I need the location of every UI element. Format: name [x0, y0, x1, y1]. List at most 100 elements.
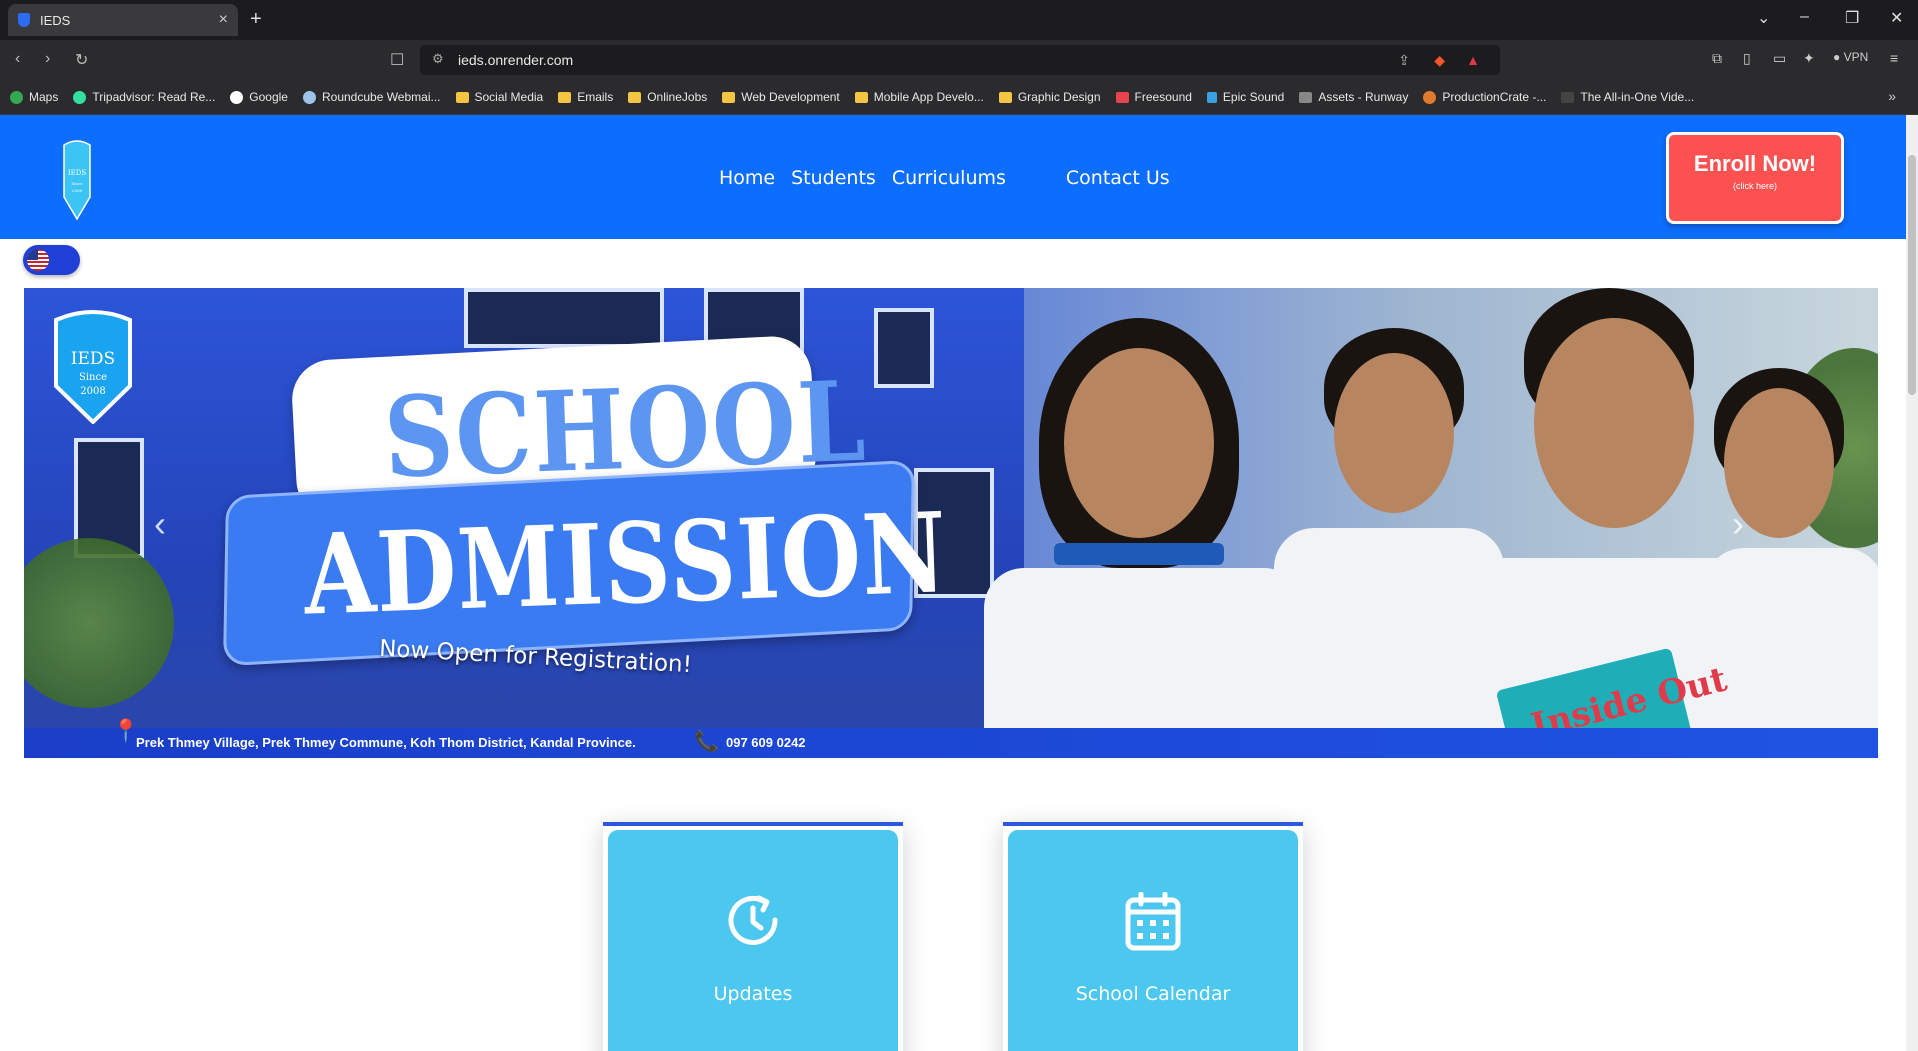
- nav-students[interactable]: Students: [791, 167, 876, 189]
- bookmark-google[interactable]: Google: [230, 90, 288, 104]
- forward-button[interactable]: ›: [45, 50, 50, 68]
- folder-icon: [722, 91, 736, 103]
- site-header: IEDS Since 2008 Home Students Curriculum…: [0, 115, 1906, 239]
- bookmark-onlinejobs[interactable]: OnlineJobs: [628, 90, 707, 104]
- brave-rewards-icon[interactable]: ▲: [1466, 52, 1480, 68]
- tab-list-chevron-icon[interactable]: ⌄: [1757, 8, 1770, 28]
- bookmark-roundcube[interactable]: Roundcube Webmai...: [302, 90, 441, 104]
- menu-icon[interactable]: ≡: [1890, 50, 1898, 66]
- browser-toolbar: ‹ › ↻ ☐ ⚙ ieds.onrender.com ⇪ ◆ ▲ ⧉ ▯ ▭ …: [0, 40, 1918, 80]
- us-flag-icon: [27, 249, 49, 271]
- school-logo[interactable]: IEDS Since 2008: [62, 137, 92, 221]
- phone-icon: 📞: [694, 731, 719, 753]
- enroll-title: Enroll Now!: [1693, 151, 1817, 176]
- calendar-icon: [1125, 892, 1181, 951]
- folder-icon: [558, 91, 572, 103]
- scrollbar-thumb[interactable]: [1908, 155, 1916, 395]
- svg-text:Since: Since: [79, 372, 107, 383]
- freesound-icon: [1115, 91, 1129, 103]
- tab-close-icon[interactable]: ×: [219, 11, 228, 29]
- bookmark-maps[interactable]: Maps: [10, 90, 58, 104]
- bookmarks-overflow-icon[interactable]: »: [1888, 88, 1896, 104]
- school-calendar-label: School Calendar: [1075, 983, 1231, 1005]
- bookmarks-bar: Maps Tripadvisor: Read Re... Google Roun…: [0, 80, 1918, 115]
- school-calendar-card[interactable]: School Calendar: [1003, 822, 1303, 1051]
- leo-ai-icon[interactable]: ✦: [1803, 50, 1815, 67]
- building-window: [464, 288, 664, 348]
- folder-icon: [455, 91, 469, 103]
- roundcube-icon: [302, 90, 316, 104]
- bookmark-runway[interactable]: Assets - Runway: [1299, 90, 1408, 104]
- back-button[interactable]: ‹: [15, 50, 20, 68]
- wallet-icon[interactable]: ▭: [1773, 50, 1786, 67]
- language-toggle[interactable]: [23, 245, 80, 275]
- bookmark-emails[interactable]: Emails: [558, 90, 613, 104]
- close-window-button[interactable]: ✕: [1890, 8, 1903, 28]
- address-bar[interactable]: ⚙ ieds.onrender.com ⇪ ◆ ▲: [420, 45, 1500, 75]
- google-icon: [230, 90, 244, 104]
- sidebar-icon[interactable]: ▯: [1743, 50, 1751, 67]
- svg-text:IEDS: IEDS: [71, 349, 115, 369]
- school-address: Prek Thmey Village, Prek Thmey Commune, …: [136, 735, 636, 750]
- building-window: [874, 308, 934, 388]
- site-settings-icon[interactable]: ⚙: [432, 51, 444, 67]
- student-image: [1334, 353, 1454, 513]
- vpn-button[interactable]: ● VPN: [1833, 50, 1868, 64]
- bookmark-graphic-design[interactable]: Graphic Design: [998, 90, 1101, 104]
- updates-card-body: Updates: [608, 830, 898, 1051]
- browser-tab-bar: IEDS × + ⌄ – ❐ ✕: [0, 0, 1918, 40]
- site-favicon-icon: [18, 13, 30, 27]
- banner-school-logo: IEDS Since 2008: [54, 310, 132, 424]
- updates-card[interactable]: Updates: [603, 822, 903, 1051]
- enroll-subtitle: (click here): [1732, 181, 1777, 191]
- student-image: [1534, 318, 1694, 528]
- productioncrate-icon: [1423, 90, 1437, 104]
- new-tab-button[interactable]: +: [250, 8, 262, 31]
- page-scrollbar[interactable]: [1906, 115, 1918, 1051]
- epic-sound-icon: [1206, 91, 1217, 103]
- school-calendar-card-body: School Calendar: [1008, 830, 1298, 1051]
- restore-button[interactable]: ❐: [1845, 8, 1859, 28]
- school-phone: 097 609 0242: [726, 735, 806, 750]
- enroll-now-button[interactable]: Enroll Now! (click here): [1666, 132, 1844, 224]
- folder-icon: [628, 91, 642, 103]
- banner-headline-admission: ADMISSION: [301, 488, 950, 640]
- brave-shields-icon[interactable]: ◆: [1434, 52, 1445, 69]
- bookmark-video-tool[interactable]: The All-in-One Vide...: [1561, 90, 1694, 104]
- map-pin-icon: [10, 90, 23, 104]
- main-nav: Home Students Curriculums Contact Us: [719, 167, 1186, 189]
- admission-banner: Inside Out IEDS Since 2008 SCHOOL ADMISS…: [24, 288, 1878, 758]
- bookmark-web-development[interactable]: Web Development: [722, 90, 840, 104]
- updates-label: Updates: [713, 983, 793, 1005]
- extensions-icon[interactable]: ⧉: [1712, 50, 1722, 67]
- svg-text:2008: 2008: [80, 386, 105, 397]
- share-icon[interactable]: ⇪: [1398, 52, 1410, 69]
- bookmark-productioncrate[interactable]: ProductionCrate -...: [1423, 90, 1546, 104]
- carousel-next-button[interactable]: ›: [1732, 503, 1744, 545]
- student-image: [1064, 348, 1214, 538]
- bookmark-epic-sound[interactable]: Epic Sound: [1206, 90, 1284, 104]
- carousel-prev-button[interactable]: ‹: [154, 503, 166, 545]
- svg-text:IEDS: IEDS: [68, 169, 86, 177]
- nav-curriculums[interactable]: Curriculums: [892, 167, 1006, 189]
- runway-icon: [1299, 91, 1313, 103]
- bookmark-tripadvisor[interactable]: Tripadvisor: Read Re...: [73, 90, 215, 104]
- folder-icon: [998, 91, 1012, 103]
- minimize-button[interactable]: –: [1800, 8, 1809, 26]
- svg-text:2008: 2008: [72, 188, 83, 193]
- nav-home[interactable]: Home: [719, 167, 775, 189]
- clock-refresh-icon: [728, 895, 778, 945]
- folder-icon: [854, 91, 868, 103]
- bookmark-icon[interactable]: ☐: [390, 50, 404, 70]
- reload-icon[interactable]: ↻: [75, 50, 88, 70]
- video-icon: [1561, 91, 1575, 103]
- bookmark-social-media[interactable]: Social Media: [455, 90, 543, 104]
- browser-tab[interactable]: IEDS ×: [8, 4, 238, 36]
- web-page: IEDS Since 2008 Home Students Curriculum…: [0, 115, 1906, 1051]
- tab-title: IEDS: [40, 12, 71, 28]
- student-image: [1054, 543, 1224, 565]
- svg-text:Since: Since: [71, 181, 83, 186]
- nav-contact-us[interactable]: Contact Us: [1066, 167, 1170, 189]
- bookmark-mobile-app[interactable]: Mobile App Develo...: [854, 90, 984, 104]
- bookmark-freesound[interactable]: Freesound: [1115, 90, 1192, 104]
